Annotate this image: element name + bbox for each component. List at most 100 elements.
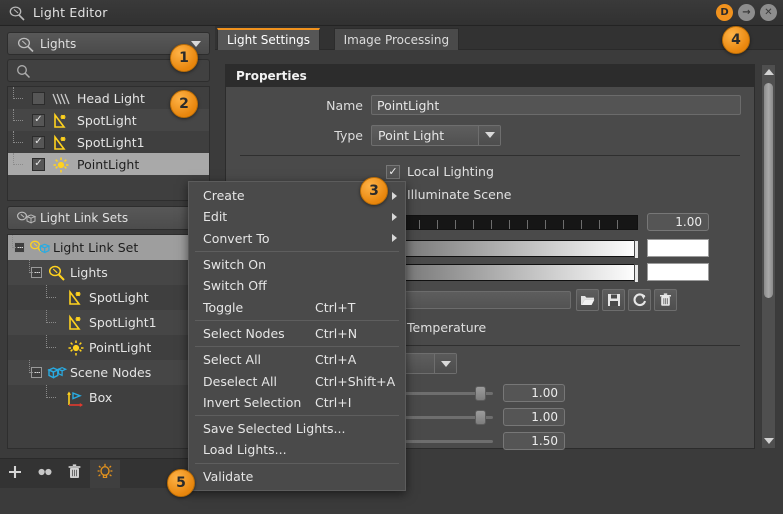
light-list-item[interactable]: ✓ SpotLight1 bbox=[8, 131, 209, 153]
tree-item[interactable]: Box bbox=[8, 385, 209, 410]
local-lighting-row[interactable]: ✓ Local Lighting bbox=[226, 164, 754, 179]
dock-button[interactable]: D bbox=[716, 4, 733, 21]
light-bulb-icon bbox=[46, 264, 66, 282]
tab-light-settings[interactable]: Light Settings bbox=[217, 28, 320, 50]
tree-connector bbox=[13, 131, 23, 143]
light-enable-checkbox[interactable] bbox=[32, 91, 45, 105]
local-lighting-label: Local Lighting bbox=[407, 164, 494, 179]
light-bulb-icon bbox=[16, 36, 36, 56]
close-button[interactable]: ✕ bbox=[760, 4, 777, 21]
submenu-arrow-icon bbox=[392, 191, 397, 200]
tree-item-label: PointLight bbox=[89, 340, 152, 355]
tab-image-processing[interactable]: Image Processing bbox=[333, 28, 460, 50]
menu-item[interactable]: Invert Selection Ctrl+I bbox=[189, 392, 405, 413]
window-controls: D → ✕ bbox=[716, 4, 777, 21]
light-enable-checkbox[interactable]: ✓ bbox=[32, 135, 45, 149]
tree-item[interactable]: SpotLight bbox=[8, 285, 209, 310]
slider-knob[interactable] bbox=[474, 386, 486, 401]
menu-item-label: Deselect All bbox=[203, 373, 277, 389]
illuminate-button[interactable] bbox=[90, 459, 120, 488]
menu-item[interactable]: Select Nodes Ctrl+N bbox=[189, 323, 405, 344]
menu-item-shortcut: Ctrl+T bbox=[315, 299, 356, 315]
light-enable-checkbox[interactable]: ✓ bbox=[32, 113, 45, 127]
gradient-handle[interactable] bbox=[634, 263, 639, 283]
light-link-sets-label: Light Link Sets bbox=[40, 211, 129, 225]
scrollbar-thumb[interactable] bbox=[764, 83, 773, 298]
search-icon bbox=[16, 64, 31, 82]
folder-open-icon[interactable] bbox=[576, 289, 599, 311]
two-dots-icon bbox=[34, 463, 56, 484]
menu-separator bbox=[195, 319, 399, 321]
menu-item-label: Create bbox=[203, 188, 245, 204]
local-lighting-checkbox[interactable]: ✓ bbox=[386, 164, 400, 179]
scroll-up-icon[interactable] bbox=[762, 65, 775, 79]
light-list-item[interactable]: ✓ PointLight bbox=[8, 153, 209, 175]
menu-item-label: Validate bbox=[203, 468, 254, 484]
chevron-down-icon[interactable] bbox=[478, 125, 500, 145]
menu-item[interactable]: Validate bbox=[189, 466, 405, 487]
slider-knob[interactable] bbox=[474, 410, 486, 425]
menu-item[interactable]: Deselect All Ctrl+Shift+A bbox=[189, 370, 405, 391]
menu-item[interactable]: Switch Off bbox=[189, 275, 405, 296]
light-link-set-icon bbox=[29, 239, 51, 257]
type-field-row: Type Point Light bbox=[226, 123, 754, 147]
tab-strip: Light Settings Image Processing bbox=[215, 26, 783, 50]
spot-light-icon bbox=[50, 112, 72, 128]
name-input[interactable] bbox=[371, 95, 741, 115]
callout-badge-3: 3 bbox=[360, 177, 388, 205]
tree-connector bbox=[46, 385, 56, 398]
menu-item-label: Edit bbox=[203, 209, 228, 225]
tree-item[interactable]: PointLight bbox=[8, 335, 209, 360]
menu-item[interactable]: Toggle Ctrl+T bbox=[189, 296, 405, 317]
tree-item[interactable]: Scene Nodes bbox=[8, 360, 209, 385]
menu-item-label: Select Nodes bbox=[203, 325, 285, 341]
context-menu[interactable]: Create Edit Convert To Switch On Switch Off T… bbox=[188, 181, 406, 491]
floppy-disk-icon[interactable] bbox=[602, 289, 625, 311]
menu-item[interactable]: Save Selected Lights... bbox=[189, 418, 405, 439]
light-name: Head Light bbox=[77, 90, 145, 106]
gradient-handle[interactable] bbox=[634, 239, 639, 259]
add-light-button[interactable] bbox=[0, 460, 30, 488]
tree-item[interactable]: SpotLight1 bbox=[8, 310, 209, 335]
menu-item-label: Switch Off bbox=[203, 278, 267, 294]
menu-item[interactable]: Switch On bbox=[189, 254, 405, 275]
callout-badge-5: 5 bbox=[167, 469, 195, 497]
type-combo[interactable]: Point Light bbox=[371, 124, 501, 146]
duplicate-button[interactable] bbox=[30, 460, 60, 488]
light-link-set-tree[interactable]: Light Link Set Lights SpotLight SpotLight1 P… bbox=[7, 234, 210, 449]
plus-icon bbox=[4, 463, 26, 484]
tree-item[interactable]: Lights bbox=[8, 260, 209, 285]
menu-item[interactable]: Edit bbox=[189, 206, 405, 227]
float-button[interactable]: → bbox=[738, 4, 755, 21]
tree-item[interactable]: Light Link Set bbox=[8, 235, 209, 260]
menu-item-label: Save Selected Lights... bbox=[203, 421, 346, 437]
submenu-arrow-icon bbox=[392, 212, 397, 221]
properties-scrollbar[interactable] bbox=[761, 64, 776, 449]
chevron-down-icon[interactable] bbox=[434, 354, 456, 373]
slider-value[interactable]: 1.00 bbox=[503, 408, 565, 426]
point-light-icon bbox=[65, 339, 85, 357]
menu-separator bbox=[195, 414, 399, 416]
intensity-value[interactable]: 1.00 bbox=[647, 213, 709, 231]
window-title: Light Editor bbox=[33, 5, 108, 20]
menu-separator bbox=[195, 462, 399, 464]
light-link-sets-header[interactable]: Light Link Sets bbox=[7, 206, 210, 230]
tree-item-label: Scene Nodes bbox=[70, 365, 152, 380]
tree-connector bbox=[46, 285, 56, 298]
trash-icon[interactable] bbox=[654, 289, 677, 311]
light-bulb-icon bbox=[8, 4, 26, 22]
color-swatch-2[interactable] bbox=[647, 263, 709, 281]
scene-nodes-icon bbox=[46, 364, 68, 382]
light-enable-checkbox[interactable]: ✓ bbox=[32, 157, 45, 171]
tree-connector bbox=[29, 260, 39, 273]
menu-item-label: Load Lights... bbox=[203, 442, 287, 458]
menu-item[interactable]: Select All Ctrl+A bbox=[189, 349, 405, 370]
slider-value[interactable]: 1.00 bbox=[503, 384, 565, 402]
menu-item[interactable]: Convert To bbox=[189, 228, 405, 249]
slider-value[interactable]: 1.50 bbox=[503, 432, 565, 450]
menu-item[interactable]: Load Lights... bbox=[189, 439, 405, 460]
refresh-icon[interactable] bbox=[628, 289, 651, 311]
delete-button[interactable] bbox=[60, 460, 90, 488]
color-swatch-1[interactable] bbox=[647, 239, 709, 257]
scroll-down-icon[interactable] bbox=[762, 434, 775, 448]
